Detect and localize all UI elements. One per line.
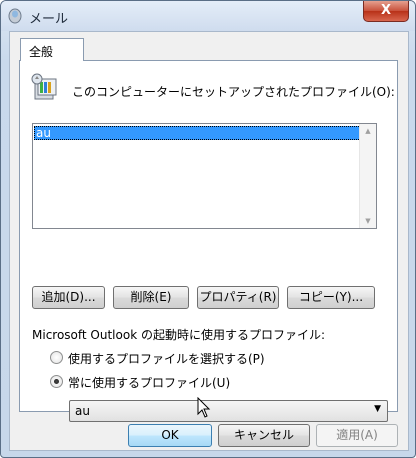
profile-list-item[interactable]: au	[34, 126, 361, 140]
mouse-cursor-icon	[197, 397, 211, 418]
cancel-button[interactable]: キャンセル	[218, 424, 310, 447]
profiles-listbox[interactable]: au ▲ ▼	[32, 123, 377, 229]
radio-always-button[interactable]	[50, 375, 63, 388]
radio-prompt-label[interactable]: 使用するプロファイルを選択する(P)	[68, 350, 265, 367]
default-profile-select[interactable]: au ▼	[69, 400, 388, 422]
radio-prompt-button[interactable]	[50, 351, 63, 364]
close-icon: X	[380, 3, 392, 18]
listbox-scrollbar[interactable]: ▲ ▼	[359, 124, 376, 228]
scroll-up-icon[interactable]: ▲	[360, 124, 376, 138]
copy-profile-button[interactable]: コピー(Y)...	[287, 286, 375, 309]
profile-icon	[31, 73, 57, 100]
general-tab-panel: このコンピューターにセットアップされたプロファイル(O): au ▲ ▼ 追加(…	[19, 60, 398, 422]
title-bar[interactable]: メール X	[1, 1, 415, 31]
mail-dialog-window: メール X 全般 このコンピューターにセットアップされたプロファイル(O): a…	[0, 0, 416, 458]
apply-button[interactable]: 適用(A)	[316, 424, 398, 447]
radio-always-label[interactable]: 常に使用するプロファイル(U)	[68, 374, 230, 391]
radio-selected-dot	[54, 379, 59, 384]
dialog-client-area: 全般 このコンピューターにセットアップされたプロファイル(O): au ▲ ▼	[9, 31, 409, 451]
default-profile-value: au	[75, 404, 90, 418]
tab-general-label: 全般	[29, 45, 54, 59]
tab-general[interactable]: 全般	[20, 38, 84, 61]
mail-app-icon	[8, 8, 22, 24]
delete-profile-button[interactable]: 削除(E)	[113, 286, 189, 309]
close-button[interactable]: X	[363, 1, 409, 22]
chevron-down-icon: ▼	[374, 404, 381, 414]
ok-button[interactable]: OK	[128, 424, 212, 447]
startup-profile-label: Microsoft Outlook の起動時に使用するプロファイル:	[32, 328, 326, 342]
properties-button[interactable]: プロパティ(R)	[197, 286, 279, 309]
scroll-down-icon[interactable]: ▼	[360, 214, 376, 228]
add-profile-button[interactable]: 追加(D)...	[32, 286, 105, 309]
window-title: メール	[29, 12, 69, 27]
profiles-heading: このコンピューターにセットアップされたプロファイル(O):	[72, 85, 395, 99]
